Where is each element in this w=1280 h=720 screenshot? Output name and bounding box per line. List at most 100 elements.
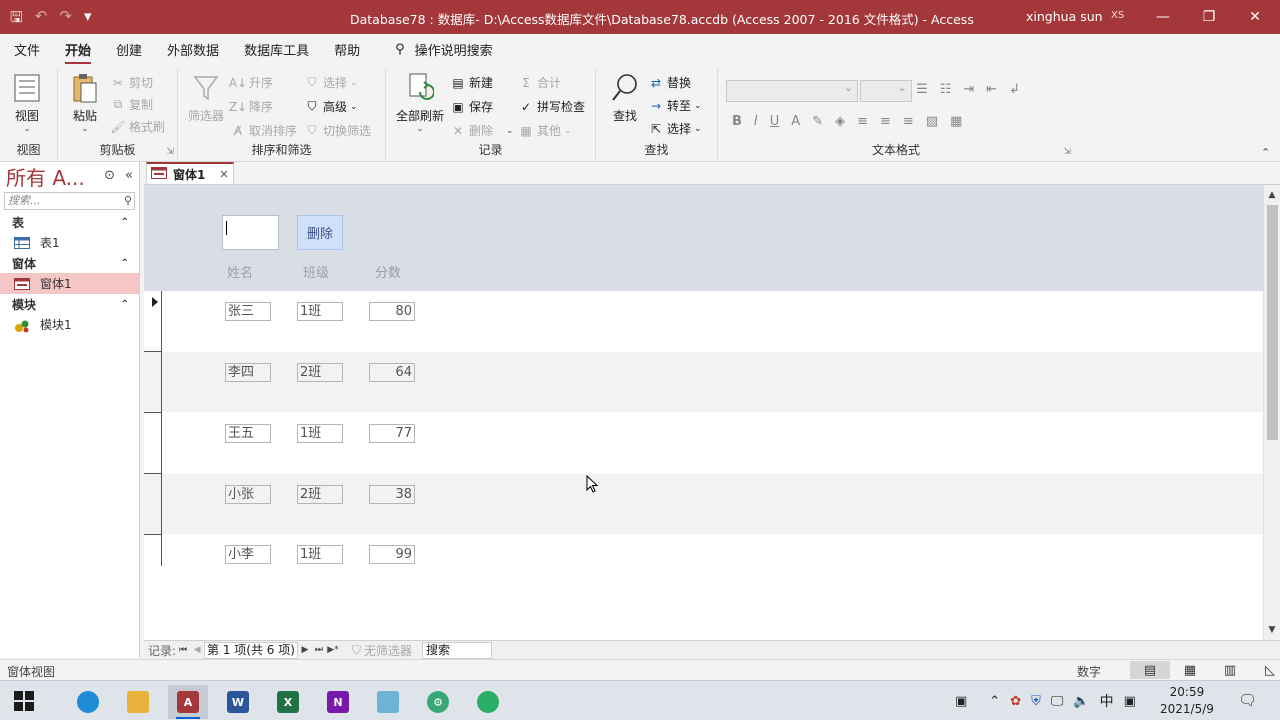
- record-selector[interactable]: [144, 474, 162, 535]
- undo-icon[interactable]: ↶: [35, 7, 48, 32]
- font-name-combo[interactable]: [726, 80, 858, 102]
- collapse-chevron-icon[interactable]: ⌃: [121, 258, 129, 269]
- copy-button[interactable]: ⧉ 复制: [110, 96, 153, 113]
- align-right-icon[interactable]: ≡: [903, 114, 914, 129]
- tab-database-tools[interactable]: 数据库工具: [244, 40, 309, 59]
- refresh-all-button[interactable]: 全部刷新 ⌄: [396, 72, 444, 134]
- italic-icon[interactable]: I: [754, 114, 758, 129]
- current-record-input[interactable]: 第 1 项(共 6 项): [204, 641, 298, 659]
- nav-item-module1[interactable]: 模块1: [0, 314, 139, 335]
- dialog-launcher-icon[interactable]: ⇲: [166, 147, 174, 157]
- name-field[interactable]: 李四: [225, 363, 271, 382]
- onenote-icon[interactable]: N: [318, 685, 358, 719]
- dialog-launcher-icon[interactable]: ⇲: [1063, 147, 1071, 157]
- format-painter-button[interactable]: 🖌 格式刷: [110, 118, 165, 135]
- search-icon[interactable]: ⚲: [124, 193, 132, 209]
- collapse-chevron-icon[interactable]: ⌃: [121, 299, 129, 310]
- previous-record-icon[interactable]: ◀: [190, 645, 204, 655]
- close-icon[interactable]: ✕: [1232, 0, 1278, 34]
- class-field[interactable]: 2班: [297, 485, 343, 504]
- search-textbox[interactable]: [222, 215, 279, 250]
- scroll-down-icon[interactable]: ▼: [1264, 622, 1280, 638]
- scroll-thumb[interactable]: [1267, 205, 1278, 440]
- filter-button[interactable]: 筛选器: [188, 72, 224, 124]
- collapse-ribbon-icon[interactable]: ⌃: [1261, 146, 1270, 159]
- excel-icon[interactable]: X: [268, 685, 308, 719]
- nav-pane-header[interactable]: 所有 A... ⊙ «: [0, 162, 139, 190]
- user-initials[interactable]: XS: [1111, 10, 1124, 21]
- score-field[interactable]: 77: [369, 424, 415, 443]
- underline-icon[interactable]: U: [770, 114, 780, 129]
- show-hidden-icons-chevron-icon[interactable]: ⌃: [989, 694, 1000, 709]
- nav-menu-chevron-icon[interactable]: ⊙: [104, 168, 115, 183]
- clock[interactable]: 20:59 2021/5/9: [1160, 684, 1214, 718]
- edge-icon[interactable]: [68, 685, 108, 719]
- access-icon[interactable]: A: [168, 685, 208, 719]
- goto-button[interactable]: → 转至 ⌄: [648, 97, 702, 114]
- form-view-icon[interactable]: ▤: [1130, 661, 1170, 679]
- delete-button[interactable]: 删除: [297, 215, 343, 250]
- font-size-combo[interactable]: [860, 80, 912, 102]
- tab-home[interactable]: 开始: [65, 40, 92, 65]
- numbered-list-icon[interactable]: ☷: [940, 82, 952, 97]
- name-field[interactable]: 小张: [225, 485, 271, 504]
- increase-indent-icon[interactable]: ⇥: [963, 82, 974, 97]
- file-explorer-icon[interactable]: [118, 685, 158, 719]
- settings-gear-icon[interactable]: ⚙: [418, 685, 458, 719]
- last-record-icon[interactable]: ⏭: [312, 645, 326, 655]
- notepad-icon[interactable]: [368, 685, 408, 719]
- save-record-button[interactable]: ▣ 保存: [450, 98, 493, 115]
- customize-toolbar-icon[interactable]: ▾: [84, 7, 92, 32]
- word-icon[interactable]: W: [218, 685, 258, 719]
- sort-descending-button[interactable]: Z↓ 降序: [229, 98, 273, 115]
- first-record-icon[interactable]: ⏮: [176, 645, 190, 655]
- network-icon[interactable]: 🖵: [1051, 694, 1064, 709]
- design-view-icon[interactable]: ◺: [1250, 661, 1280, 679]
- nav-section-forms[interactable]: 窗体 ⌃: [0, 253, 139, 273]
- nav-section-tables[interactable]: 表 ⌃: [0, 212, 139, 232]
- vertical-scrollbar[interactable]: ▲ ▼: [1263, 185, 1280, 640]
- find-button[interactable]: 查找: [610, 72, 640, 124]
- tab-help[interactable]: 帮助: [334, 40, 360, 59]
- score-field[interactable]: 99: [369, 545, 415, 564]
- collapse-chevron-icon[interactable]: ⌃: [121, 217, 129, 228]
- remove-sort-button[interactable]: A̸ 取消排序: [230, 122, 297, 139]
- record-selector[interactable]: [144, 413, 162, 474]
- windows-start-icon[interactable]: [14, 691, 34, 711]
- record-selector[interactable]: [144, 534, 162, 566]
- score-field[interactable]: 38: [369, 485, 415, 504]
- toggle-filter-button[interactable]: ⛉ 切换筛选: [304, 122, 371, 139]
- highlight-icon[interactable]: ✎: [812, 114, 823, 129]
- name-field[interactable]: 王五: [225, 424, 271, 443]
- advanced-filter-button[interactable]: ⛉ 高级 ⌄: [304, 98, 357, 115]
- bullet-list-icon[interactable]: ☰: [916, 82, 928, 97]
- tab-create[interactable]: 创建: [116, 40, 142, 59]
- name-field[interactable]: 小李: [225, 545, 271, 564]
- align-center-icon[interactable]: ≡: [880, 114, 891, 129]
- delete-record-button[interactable]: ✕ 删除 ⌄: [450, 122, 514, 139]
- tray-flower-icon[interactable]: ✿: [1010, 694, 1021, 709]
- layout-view-icon[interactable]: ▥: [1210, 661, 1250, 679]
- class-field[interactable]: 2班: [297, 363, 343, 382]
- redo-icon[interactable]: ↷: [59, 7, 72, 32]
- tell-me-search[interactable]: ⚲ 操作说明搜索: [395, 40, 493, 59]
- more-button[interactable]: ▦ 其他 ⌄: [518, 122, 571, 139]
- save-icon[interactable]: 🖫: [10, 7, 23, 32]
- class-field[interactable]: 1班: [297, 545, 343, 564]
- datasheet-view-icon[interactable]: ▦: [1170, 661, 1210, 679]
- notification-icon[interactable]: 🗨: [1238, 691, 1257, 709]
- class-field[interactable]: 1班: [297, 424, 343, 443]
- align-left-icon[interactable]: ≡: [857, 114, 868, 129]
- nav-item-table1[interactable]: 表1: [0, 232, 139, 253]
- user-name[interactable]: xinghua sun: [1026, 9, 1103, 24]
- selection-filter-button[interactable]: ⛉ 选择 ⌄: [304, 74, 357, 91]
- sort-ascending-button[interactable]: A↓ 升序: [229, 74, 273, 91]
- filter-indicator[interactable]: ⛉ 无筛选器: [352, 642, 412, 659]
- background-image-icon[interactable]: ▨: [926, 114, 938, 129]
- fill-color-icon[interactable]: ◈: [835, 114, 845, 129]
- class-field[interactable]: 1班: [297, 302, 343, 321]
- totals-button[interactable]: Σ 合计: [518, 74, 561, 91]
- tab-form1[interactable]: 窗体1 ✕: [146, 162, 234, 184]
- select-button[interactable]: ⇱ 选择 ⌄: [648, 120, 702, 137]
- nav-item-form1[interactable]: 窗体1: [0, 273, 139, 294]
